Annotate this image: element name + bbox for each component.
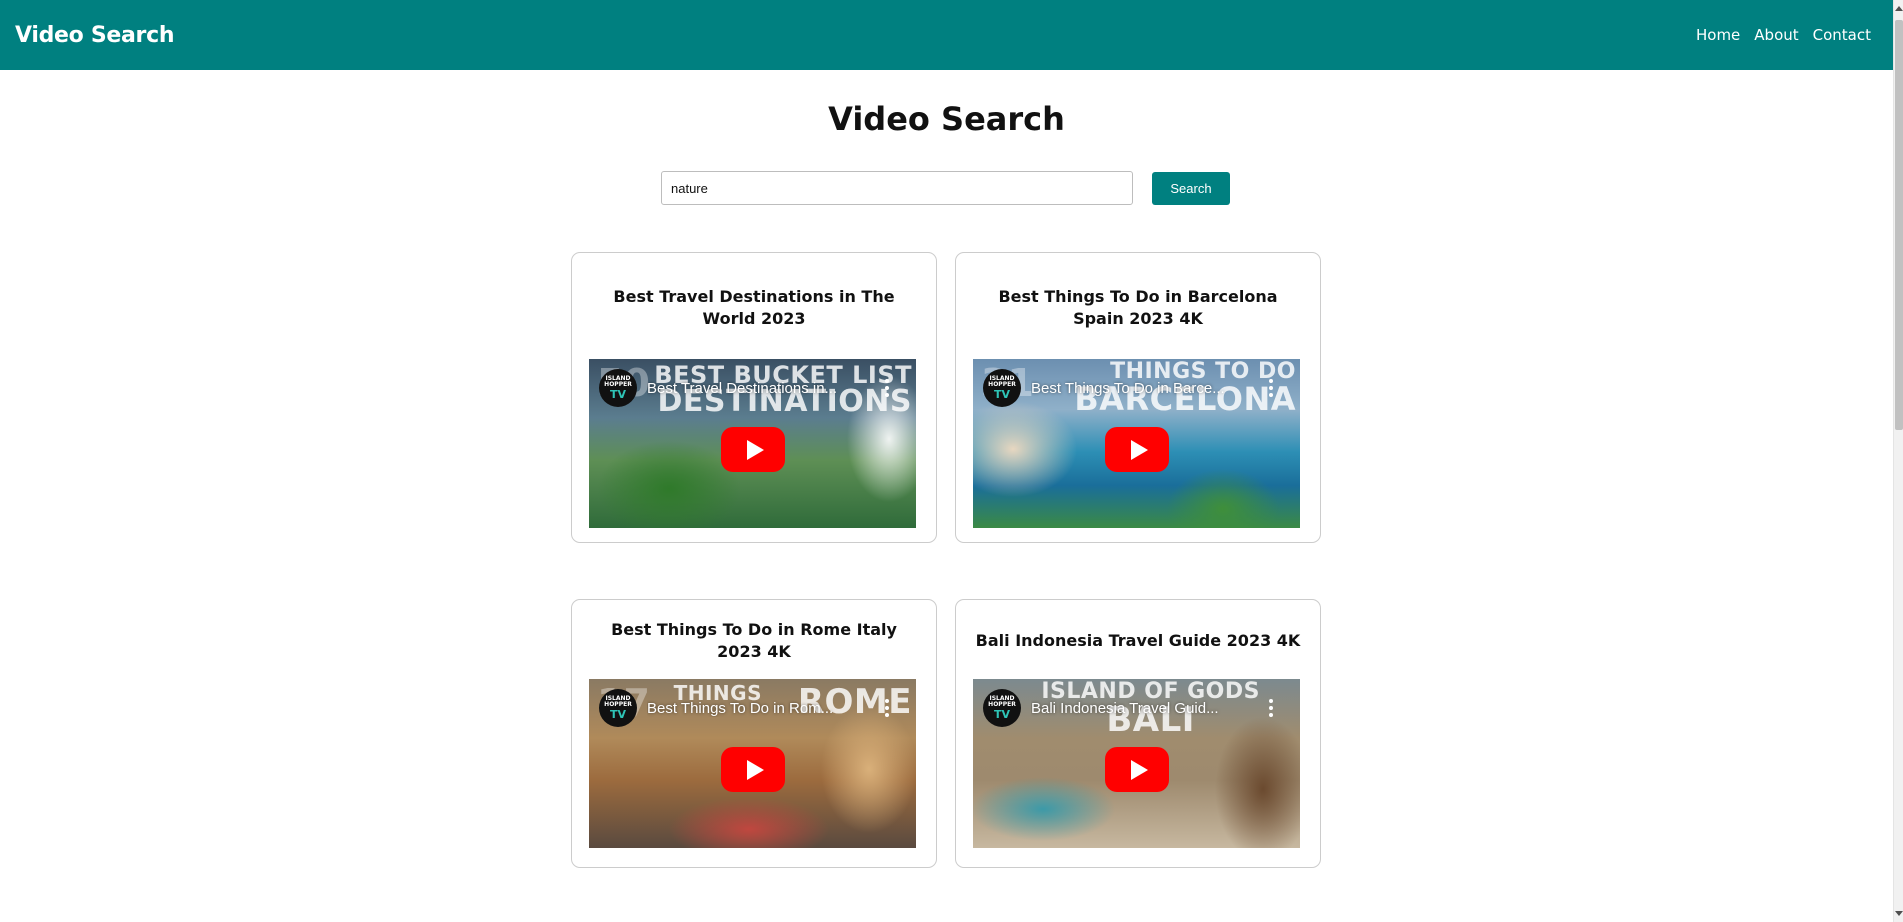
nav-link-about[interactable]: About — [1754, 26, 1798, 44]
embed-video-title[interactable]: Bali Indonesia Travel Guid... — [1031, 700, 1251, 717]
nav-link-contact[interactable]: Contact — [1813, 26, 1871, 44]
channel-avatar-text: ISLAND HOPPER TV — [988, 374, 1016, 401]
video-embed[interactable]: 31 THINGS TO DO BARCELONA ISLANDHOPPERTV… — [973, 359, 1300, 528]
search-button[interactable]: Search — [1152, 171, 1230, 205]
embed-video-title[interactable]: Best Things To Do in Rom... — [647, 700, 867, 717]
youtube-play-icon[interactable] — [1105, 747, 1169, 792]
nav-links: Home About Contact — [1696, 26, 1871, 44]
youtube-play-icon[interactable] — [721, 427, 785, 472]
search-input[interactable] — [661, 171, 1133, 205]
video-card-title: Bali Indonesia Travel Guide 2023 4K — [975, 631, 1301, 650]
channel-avatar-text: ISLAND HOPPER TV — [604, 374, 632, 401]
more-options-icon[interactable] — [1268, 699, 1274, 717]
more-options-icon[interactable] — [884, 379, 890, 397]
channel-avatar-text: ISLAND HOPPER TV — [604, 694, 632, 721]
channel-avatar[interactable]: ISLAND HOPPER TV — [599, 369, 637, 407]
youtube-play-icon[interactable] — [721, 747, 785, 792]
video-embed[interactable]: ISLAND OF GODS BALI ISLAND HOPPER TV Bali … — [973, 679, 1300, 848]
video-card-title: Best Travel Destinations in The World 20… — [613, 287, 895, 328]
channel-avatar[interactable]: ISLAND HOPPER TV — [599, 689, 637, 727]
brand-logo-text[interactable]: Video Search — [15, 23, 174, 48]
scroll-thumb[interactable] — [1895, 20, 1903, 430]
video-card: Best Things To Do in Rome Italy 2023 4K … — [571, 599, 937, 868]
scroll-up-arrow-icon[interactable] — [1895, 6, 1903, 11]
top-navbar: Video Search Home About Contact — [0, 0, 1893, 70]
youtube-play-icon[interactable] — [1105, 427, 1169, 472]
video-card: Best Things To Do in Barcelona Spain 202… — [955, 252, 1321, 543]
channel-avatar[interactable]: ISLAND HOPPER TV — [983, 689, 1021, 727]
more-options-icon[interactable] — [1268, 379, 1274, 397]
page-title: Video Search — [828, 100, 1065, 138]
search-bar: Search — [661, 171, 1230, 205]
embed-video-title[interactable]: Best Travel Destinations in... — [647, 380, 867, 397]
scroll-down-arrow-icon[interactable] — [1895, 911, 1903, 916]
video-card: Bali Indonesia Travel Guide 2023 4K ISLA… — [955, 599, 1321, 868]
page-scrollbar[interactable] — [1893, 0, 1903, 922]
more-options-icon[interactable] — [884, 699, 890, 717]
channel-avatar[interactable]: ISLAND HOPPER TV — [983, 369, 1021, 407]
video-card-title: Best Things To Do in Rome Italy 2023 4K — [611, 620, 897, 661]
video-card: Best Travel Destinations in The World 20… — [571, 252, 937, 543]
nav-link-home[interactable]: Home — [1696, 26, 1740, 44]
video-card-title: Best Things To Do in Barcelona Spain 202… — [998, 287, 1278, 328]
video-embed[interactable]: 50 BEST BUCKET LIST DESTINATIONS ISLANDH… — [589, 359, 916, 528]
channel-avatar-text: ISLAND HOPPER TV — [988, 694, 1016, 721]
embed-video-title[interactable]: Best Things To Do in Barce... — [1031, 380, 1251, 397]
video-embed[interactable]: 17 THINGS ROME ISLANDHOPPERTV Best Thing… — [589, 679, 916, 848]
